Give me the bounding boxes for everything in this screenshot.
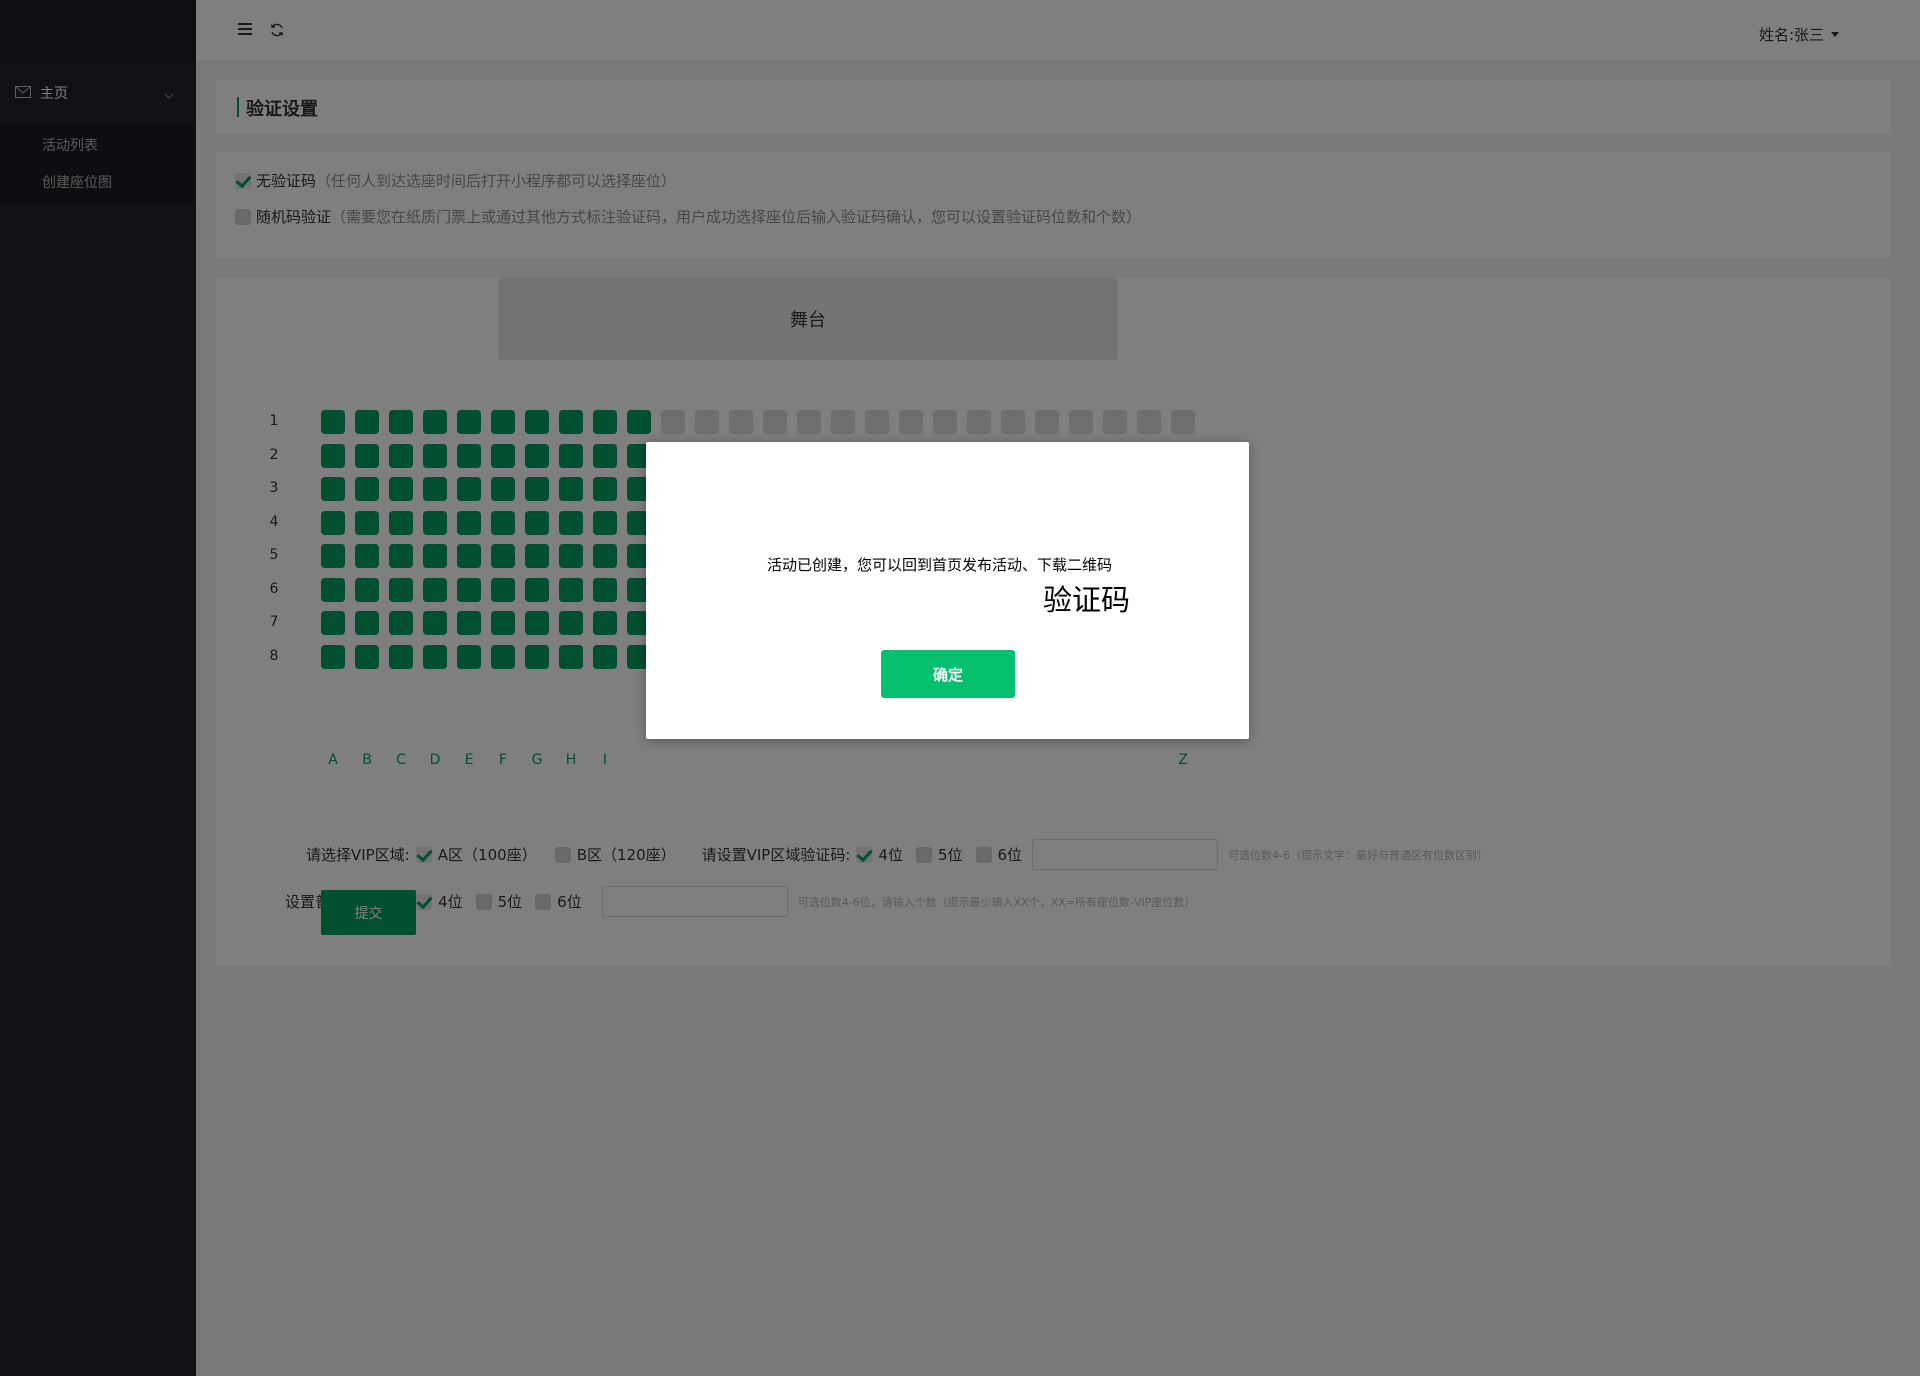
dialog-ok-button[interactable]: 确定	[881, 650, 1015, 698]
dialog-big-text: 验证码	[1042, 583, 1130, 617]
app-root: 主页 活动列表 创建座位图 姓名:张三 验证设置	[0, 0, 1920, 1376]
dialog-message: 活动已创建，您可以回到首页发布活动、下载二维码	[767, 556, 1113, 574]
success-dialog: 活动已创建，您可以回到首页发布活动、下载二维码 验证码 确定	[646, 442, 1249, 739]
